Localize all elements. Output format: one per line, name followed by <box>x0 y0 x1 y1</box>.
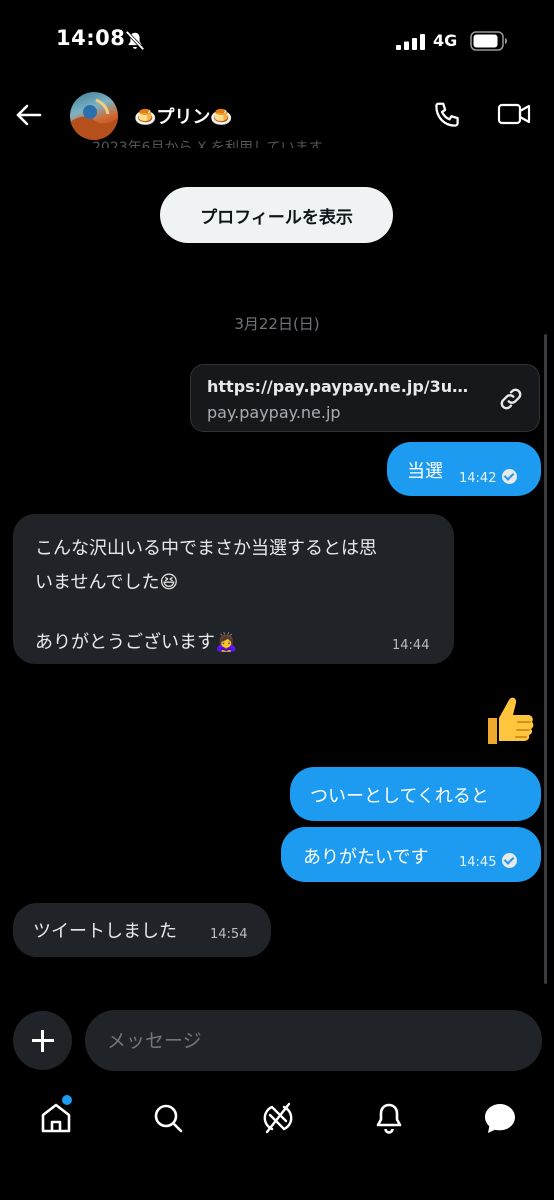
avatar[interactable] <box>70 92 118 140</box>
sent-check-icon <box>502 853 518 868</box>
battery-icon <box>470 31 507 51</box>
date-separator: 3月22日(日) <box>234 315 320 333</box>
bell-icon <box>376 1103 402 1134</box>
status-time: 14:08 <box>56 26 126 50</box>
view-profile-button[interactable]: プロフィールを表示 <box>160 187 393 243</box>
conversation-name[interactable]: 🍮プリン🍮 <box>134 103 233 129</box>
nav-messages[interactable] <box>480 1098 520 1138</box>
message-text: ついーとしてくれると <box>310 786 489 807</box>
signal-icon <box>396 34 425 50</box>
notification-dot <box>62 1095 72 1105</box>
search-icon <box>154 1104 183 1133</box>
link-url: https://pay.paypay.ne.jp/3uv... <box>207 377 477 396</box>
message-text: ツイートしました <box>33 921 177 942</box>
link-preview-card[interactable]: https://pay.paypay.ne.jp/3uv... pay.payp… <box>190 364 540 432</box>
message-text-line2: いませんでした😆 <box>35 572 179 593</box>
nav-search[interactable] <box>148 1098 188 1138</box>
message-outgoing[interactable]: 当選 14:42 <box>387 442 541 496</box>
message-time: 14:42 <box>459 469 518 486</box>
grok-icon <box>263 1102 293 1134</box>
scrollbar[interactable] <box>544 334 547 984</box>
phone-icon[interactable] <box>432 100 462 130</box>
bell-slash-icon <box>125 30 145 51</box>
back-arrow-icon[interactable] <box>14 102 44 128</box>
joined-info-text: 2023年6月から X を利用しています <box>92 140 323 148</box>
message-outgoing[interactable]: ついーとしてくれると <box>290 767 541 821</box>
message-input[interactable] <box>85 1010 542 1071</box>
message-outgoing[interactable]: ありがたいです 14:45 <box>281 827 541 882</box>
message-text-line3: ありがとうございます🙇‍♀️ <box>35 632 238 653</box>
message-time: 14:44 <box>392 638 430 653</box>
message-incoming[interactable]: こんな沢山いる中でまさか当選するとは思 いませんでした😆 ありがとうございます🙇… <box>13 514 454 664</box>
message-incoming[interactable]: ツイートしました 14:54 <box>13 903 271 957</box>
message-text: 当選 <box>407 461 443 482</box>
message-time: 14:54 <box>210 927 248 942</box>
nav-grok[interactable] <box>258 1098 298 1138</box>
message-text-line1: こんな沢山いる中でまさか当選するとは思 <box>35 538 377 559</box>
message-time: 14:45 <box>459 853 518 870</box>
link-icon <box>500 388 522 410</box>
nav-notifications[interactable] <box>369 1098 409 1138</box>
link-domain: pay.paypay.ne.jp <box>207 403 341 422</box>
thumbs-up-emoji[interactable] <box>482 692 536 750</box>
add-attachment-button[interactable] <box>13 1011 72 1070</box>
messages-icon <box>485 1104 515 1133</box>
network-type: 4G <box>433 31 458 50</box>
message-text: ありがたいです <box>303 847 429 868</box>
sent-check-icon <box>502 469 518 484</box>
video-icon[interactable] <box>497 100 531 128</box>
